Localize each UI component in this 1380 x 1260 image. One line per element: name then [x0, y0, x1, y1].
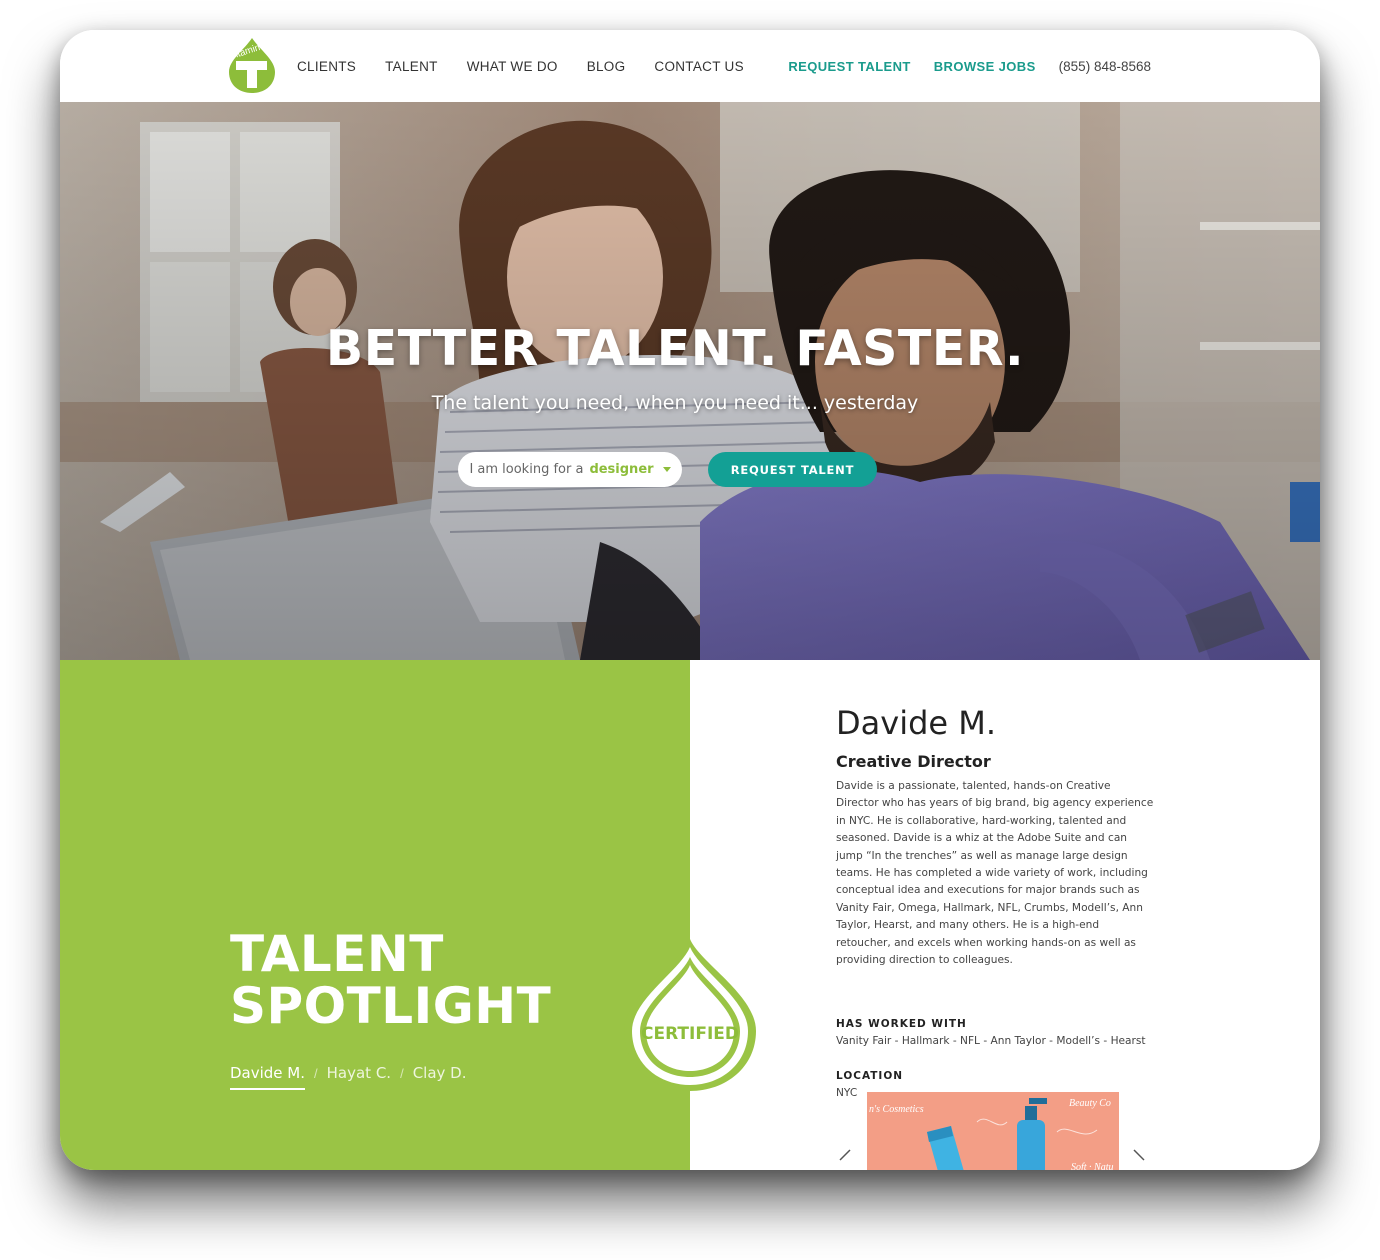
nav-link-blog[interactable]: BLOG — [587, 59, 626, 74]
talent-type-select[interactable]: I am looking for a designer — [458, 452, 682, 487]
nav-link-what-we-do[interactable]: WHAT WE DO — [467, 59, 558, 74]
spotlight-person-clay[interactable]: Clay D. — [413, 1064, 467, 1090]
worked-with-value: Vanity Fair - Hallmark - NFL - Ann Taylo… — [836, 1035, 1146, 1047]
location-value: NYC — [836, 1087, 858, 1099]
top-navigation: vitamin CLIENTS TALENT WHAT WE DO BLOG C… — [60, 30, 1320, 102]
portfolio-text-1: n's Cosmetics — [869, 1104, 924, 1115]
primary-nav: CLIENTS TALENT WHAT WE DO BLOG CONTACT U… — [297, 30, 773, 102]
request-talent-link[interactable]: REQUEST TALENT — [788, 59, 910, 74]
talent-spotlight-panel: TALENT SPOTLIGHT Davide M. / Hayat C. / … — [60, 660, 690, 1170]
phone-number[interactable]: (855) 848-8568 — [1059, 59, 1151, 74]
spotlight-people-nav: Davide M. / Hayat C. / Clay D. — [230, 1064, 467, 1090]
profile-bio: Davide is a passionate, talented, hands-… — [836, 780, 1154, 967]
prev-arrow-icon[interactable] — [836, 1148, 856, 1168]
hero-subtitle: The talent you need, when you need it...… — [431, 392, 919, 414]
profile-name: Davide M. — [836, 704, 997, 742]
browser-frame: vitamin CLIENTS TALENT WHAT WE DO BLOG C… — [60, 30, 1320, 1170]
hero-section: BETTER TALENT. FASTER. The talent you ne… — [60, 102, 1320, 660]
hero-request-talent-button[interactable]: REQUEST TALENT — [708, 452, 877, 487]
profile-role: Creative Director — [836, 752, 991, 771]
portfolio-thumbnail[interactable]: n's Cosmetics Beauty Co Soft · Natu — [867, 1092, 1119, 1170]
talent-profile-panel: Davide M. Creative Director Davide is a … — [690, 660, 1320, 1170]
nav-actions: REQUEST TALENT BROWSE JOBS (855) 848-856… — [765, 30, 1151, 102]
worked-with-label: HAS WORKED WITH — [836, 1018, 967, 1030]
chevron-down-icon — [662, 467, 671, 472]
spotlight-title-line-1: TALENT — [230, 925, 444, 983]
browse-jobs-link[interactable]: BROWSE JOBS — [934, 59, 1036, 74]
portfolio-text-2: Beauty Co — [1069, 1098, 1111, 1109]
location-label: LOCATION — [836, 1070, 904, 1082]
nav-link-contact-us[interactable]: CONTACT US — [654, 59, 744, 74]
select-value: designer — [589, 462, 654, 477]
nav-separator: / — [400, 1065, 404, 1081]
spotlight-person-hayat[interactable]: Hayat C. — [327, 1064, 391, 1090]
select-prefix: I am looking for a — [469, 462, 584, 477]
nav-separator: / — [314, 1065, 318, 1081]
vitamin-t-logo[interactable]: vitamin — [226, 36, 278, 94]
nav-link-clients[interactable]: CLIENTS — [297, 59, 356, 74]
nav-link-talent[interactable]: TALENT — [385, 59, 438, 74]
spotlight-person-davide[interactable]: Davide M. — [230, 1064, 306, 1090]
hero-title: BETTER TALENT. FASTER. — [325, 320, 1025, 377]
next-arrow-icon[interactable] — [1130, 1148, 1150, 1168]
certified-badge-text: CERTIFIED — [641, 1024, 739, 1044]
spotlight-title-line-2: SPOTLIGHT — [230, 977, 552, 1035]
certified-drop-icon: CERTIFIED — [620, 935, 760, 1095]
portfolio-text-3: Soft · Natu — [1071, 1162, 1114, 1170]
hero-photo — [60, 102, 1320, 660]
spotlight-title: TALENT SPOTLIGHT — [230, 928, 551, 1032]
